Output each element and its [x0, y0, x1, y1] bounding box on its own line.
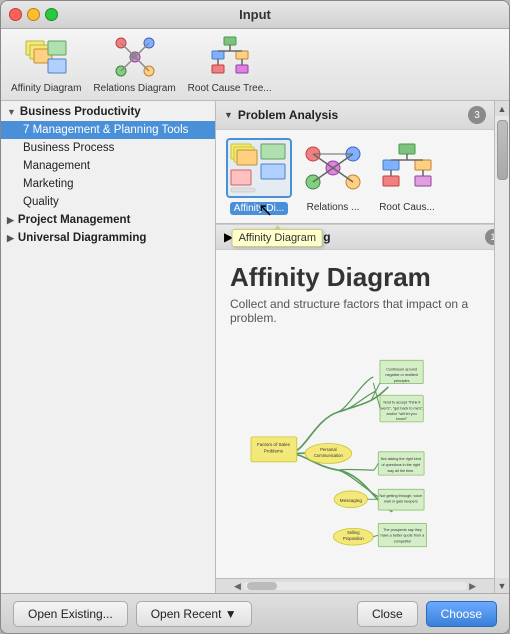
preview-title: Affinity Diagram [230, 262, 480, 293]
affinity-diagram-icon [24, 35, 68, 79]
toolbar-affinity-label: Affinity Diagram [11, 83, 81, 94]
svg-text:of questions in the right: of questions in the right [381, 463, 421, 467]
relations-thumb [300, 138, 366, 198]
svg-text:Communication: Communication [314, 453, 344, 458]
svg-text:and/or "will let you: and/or "will let you [387, 412, 417, 416]
svg-text:have a better quote from a: have a better quote from a [381, 534, 426, 538]
scroll-left-arrow[interactable]: ◀ [232, 581, 243, 592]
sidebar-group-header-project[interactable]: ▶ Project Management [1, 211, 215, 229]
bottom-bar-right: Close Choose [357, 601, 497, 627]
triangle-universal: ▶ [7, 233, 14, 244]
svg-text:Selling: Selling [347, 530, 360, 535]
close-button[interactable] [9, 8, 22, 21]
main-content: ▼ Business Productivity 7 Management & P… [1, 101, 509, 593]
toolbar-root-label: Root Cause Tree... [188, 83, 272, 94]
sidebar-group-header-business[interactable]: ▼ Business Productivity [1, 103, 215, 121]
maximize-button[interactable] [45, 8, 58, 21]
template-section: ▼ Problem Analysis 3 [216, 101, 509, 224]
triangle-project: ▶ [7, 215, 14, 226]
toolbar-relations-diagram[interactable]: Relations Diagram [93, 35, 175, 94]
diagram-area: Factors of Sales Problems Personal Commu… [230, 337, 480, 570]
affinity-tooltip: Affinity Diagram [232, 229, 323, 247]
right-panel: ▲ ▼ ▼ Problem Analysis 3 [216, 101, 509, 593]
toolbar: Affinity Diagram [1, 29, 509, 101]
title-bar: Input [1, 1, 509, 29]
sidebar-group-label-project: Project Management [18, 214, 130, 226]
scroll-up-arrow[interactable]: ▲ [495, 101, 510, 116]
svg-text:competitor: competitor [394, 540, 412, 544]
svg-text:over's", "get back to me's",: over's", "get back to me's", [380, 406, 424, 410]
h-scroll-thumb[interactable] [247, 582, 277, 590]
scroll-track [495, 116, 509, 578]
sidebar-item-management[interactable]: Management [1, 157, 215, 175]
sidebar-item-marketing[interactable]: Marketing [1, 175, 215, 193]
template-grid: Affinity Di... ↖ Affinity Diagram [216, 130, 494, 223]
toolbar-affinity-diagram[interactable]: Affinity Diagram [11, 35, 81, 94]
open-existing-button[interactable]: Open Existing... [13, 601, 128, 627]
scroll-down-arrow[interactable]: ▼ [495, 578, 510, 593]
svg-text:way all the time.: way all the time. [387, 469, 414, 473]
triangle-business: ▼ [7, 107, 16, 117]
bottom-bar-left: Open Existing... Open Recent ▼ [13, 601, 252, 627]
problem-analysis-count: 3 [468, 106, 486, 124]
window-title: Input [239, 7, 271, 22]
open-recent-button[interactable]: Open Recent ▼ [136, 601, 252, 627]
svg-text:The prospects say they: The prospects say they [383, 528, 422, 532]
sidebar-group-universal: ▶ Universal Diagramming [1, 229, 215, 247]
sidebar-group-project: ▶ Project Management [1, 211, 215, 229]
relations-name: Relations ... [307, 202, 360, 213]
minimize-button[interactable] [27, 8, 40, 21]
triangle-problem: ▼ [224, 110, 233, 120]
svg-text:Messaging: Messaging [340, 498, 363, 503]
sidebar-group-business: ▼ Business Productivity 7 Management & P… [1, 103, 215, 211]
template-card-affinity[interactable]: Affinity Di... ↖ Affinity Diagram [226, 138, 292, 215]
preview-section: Affinity Diagram Collect and structure f… [216, 250, 509, 593]
svg-text:Tend to accept "think it: Tend to accept "think it [383, 401, 421, 405]
sidebar-item-business-process[interactable]: Business Process [1, 139, 215, 157]
affinity-name: Affinity Di... [230, 202, 288, 215]
bottom-bar: Open Existing... Open Recent ▼ Close Cho… [1, 593, 509, 633]
template-card-relations[interactable]: Relations ... [300, 138, 366, 213]
h-scroll-track [243, 582, 467, 590]
svg-text:know!": know!" [396, 417, 408, 421]
sidebar-item-quality[interactable]: Quality [1, 193, 215, 211]
sidebar: ▼ Business Productivity 7 Management & P… [1, 101, 216, 593]
relations-diagram-icon [113, 35, 157, 79]
svg-text:Continuum around: Continuum around [386, 367, 417, 371]
sidebar-group-header-universal[interactable]: ▶ Universal Diagramming [1, 229, 215, 247]
problem-analysis-title: Problem Analysis [238, 108, 338, 122]
svg-text:Factors of Sales: Factors of Sales [257, 442, 291, 447]
svg-text:negative or resilient: negative or resilient [385, 373, 418, 377]
horizontal-scrollbar[interactable]: ◀ ▶ [216, 578, 494, 593]
sidebar-group-label-universal: Universal Diagramming [18, 232, 146, 244]
svg-text:Not asking the right kind: Not asking the right kind [381, 457, 421, 461]
preview-subtitle: Collect and structure factors that impac… [230, 297, 480, 325]
scroll-thumb[interactable] [497, 120, 508, 180]
scroll-right-arrow[interactable]: ▶ [467, 581, 478, 592]
problem-analysis-header[interactable]: ▼ Problem Analysis 3 [216, 101, 494, 130]
choose-button[interactable]: Choose [426, 601, 497, 627]
svg-text:Not getting through; voice: Not getting through; voice [379, 494, 422, 498]
root-cause-name: Root Caus... [379, 202, 435, 213]
sidebar-group-label-business: Business Productivity [20, 106, 141, 118]
root-cause-thumb [374, 138, 440, 198]
template-card-root-cause[interactable]: Root Caus... [374, 138, 440, 213]
svg-text:Problems: Problems [264, 449, 284, 454]
right-scrollbar[interactable]: ▲ ▼ [494, 101, 509, 593]
preview-inner: Affinity Diagram Collect and structure f… [216, 250, 494, 578]
affinity-thumb [226, 138, 292, 198]
toolbar-root-cause[interactable]: Root Cause Tree... [188, 35, 272, 94]
svg-text:Personal: Personal [320, 447, 336, 452]
svg-text:mail or gate keepers: mail or gate keepers [384, 500, 418, 504]
svg-text:principles: principles [394, 379, 410, 383]
window: Input Affinity Diagram [0, 0, 510, 634]
toolbar-relations-label: Relations Diagram [93, 83, 175, 94]
sidebar-item-7-management[interactable]: 7 Management & Planning Tools [1, 121, 215, 139]
root-cause-icon [208, 35, 252, 79]
close-button[interactable]: Close [357, 601, 418, 627]
window-controls [9, 8, 58, 21]
svg-text:Proposition: Proposition [343, 536, 364, 541]
